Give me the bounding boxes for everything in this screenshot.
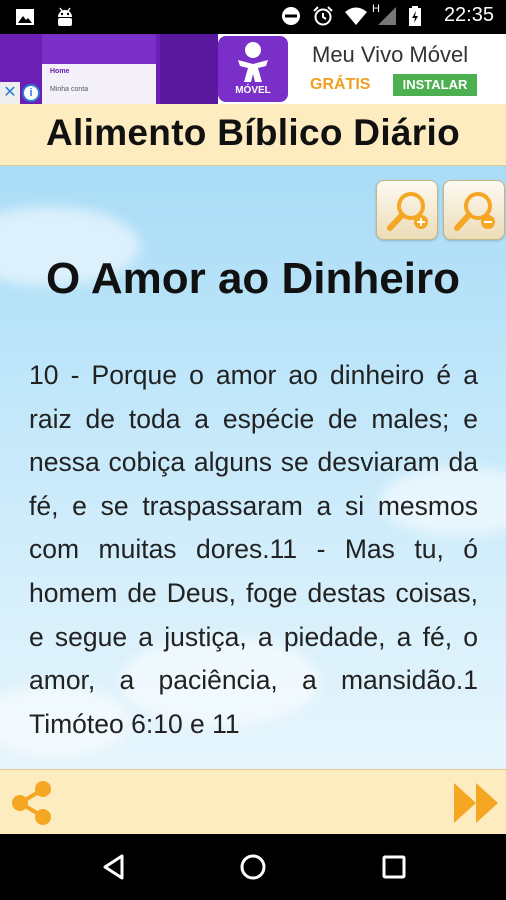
action-bar <box>0 769 506 834</box>
verse-title: O Amor ao Dinheiro <box>46 254 460 303</box>
ad-preview-item: Home <box>50 68 70 75</box>
ad-banner[interactable]: Home Minha conta ✕ i MÓVEL Meu Vivo Móve… <box>0 34 506 104</box>
wifi-icon <box>344 5 367 27</box>
app-header: Alimento Bíblico Diário <box>0 104 506 166</box>
status-bar: H 22:35 <box>0 0 506 34</box>
zoom-out-button[interactable] <box>443 180 505 240</box>
zoom-out-icon <box>454 192 495 231</box>
person-icon <box>238 42 268 82</box>
home-icon <box>240 854 266 880</box>
ad-app-logo[interactable]: MÓVEL <box>218 36 288 102</box>
signal-icon: H <box>372 3 398 27</box>
android-icon <box>54 6 76 28</box>
recent-apps-button[interactable] <box>377 850 411 884</box>
back-button[interactable] <box>98 850 132 884</box>
alarm-icon <box>312 5 334 27</box>
back-icon <box>103 854 124 880</box>
app-title: Alimento Bíblico Diário <box>46 112 460 153</box>
network-type-label: H <box>371 2 380 15</box>
ad-install-button[interactable]: INSTALAR <box>393 74 477 96</box>
ad-info-icon[interactable]: i <box>22 84 40 102</box>
fast-forward-icon <box>454 783 498 823</box>
do-not-disturb-icon <box>280 5 302 27</box>
ad-price: GRÁTIS <box>310 76 371 93</box>
verse-content[interactable]: O Amor ao Dinheiro 10 - Porque o amor ao… <box>0 166 506 769</box>
image-icon <box>14 6 36 28</box>
zoom-in-icon <box>387 192 428 231</box>
verse-text: 10 - Porque o amor ao dinheiro é a raiz … <box>29 360 478 739</box>
home-button[interactable] <box>236 850 270 884</box>
ad-close-button[interactable]: ✕ <box>0 82 20 104</box>
recent-apps-icon <box>382 855 406 879</box>
next-button[interactable] <box>452 780 500 826</box>
share-icon <box>12 781 51 825</box>
ad-preview-item: Minha conta <box>50 86 89 93</box>
clock-time: 22:35 <box>443 4 494 26</box>
system-nav-bar <box>0 834 506 900</box>
ad-logo-label: MÓVEL <box>235 85 271 96</box>
ad-title[interactable]: Meu Vivo Móvel <box>312 42 468 68</box>
zoom-in-button[interactable] <box>376 180 438 240</box>
share-button[interactable] <box>8 778 56 828</box>
battery-icon <box>408 5 430 27</box>
